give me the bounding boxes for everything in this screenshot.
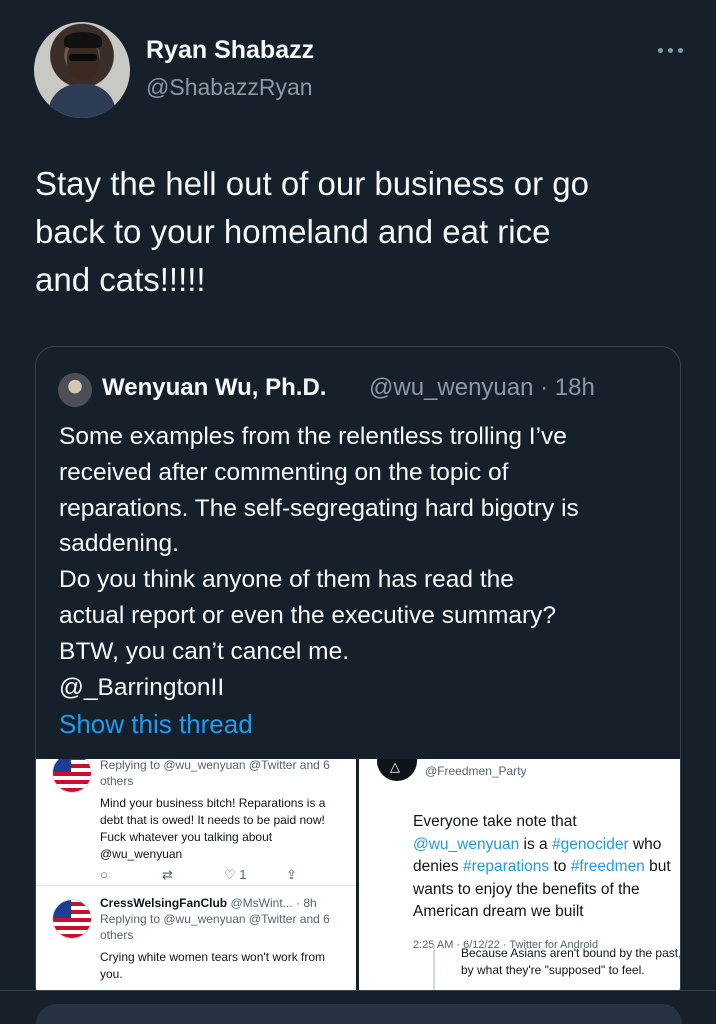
right-tweet-line: denies #reparations to #freedmen but xyxy=(413,858,671,876)
tweet-text-line: back to your homeland and eat rice xyxy=(35,213,551,250)
tweet-text-line: and cats!!!!! xyxy=(35,261,206,298)
right-handle: @Freedmen_Party xyxy=(425,764,527,778)
tweet-text: Stay the hell out of our business or go … xyxy=(35,160,695,304)
quoted-author-name: Wenyuan Wu, Ph.D. xyxy=(102,374,327,401)
flag-avatar-icon xyxy=(52,899,92,939)
collage-separator xyxy=(36,885,356,886)
reply-input-bar[interactable] xyxy=(36,1004,682,1024)
share-icon: ⇪ xyxy=(286,867,297,882)
right-tweet-line: wants to enjoy the benefits of the xyxy=(413,880,640,898)
quoted-tweet-text: Some examples from the relentless trolli… xyxy=(59,419,669,705)
quoted-text-line: received after commenting on the topic o… xyxy=(59,458,509,486)
reply-line: debt that is owed! It needs to be paid n… xyxy=(100,813,325,827)
collage-right-panel: @Freedmen_Party Everyone take note that … xyxy=(359,759,681,1005)
replying-to-text-2: others xyxy=(100,774,134,788)
replying-to-text: Replying to @wu_wenyuan @Twitter and 6 xyxy=(100,759,330,772)
comment-icon: ○ xyxy=(100,867,108,882)
quoted-text-line: reparations. The self-segregating hard b… xyxy=(59,494,579,522)
right-bottom-line: Because Asians aren't bound by the past, xyxy=(461,946,681,960)
party-logo-icon xyxy=(377,759,417,781)
reply-line: you. xyxy=(100,967,123,981)
quoted-author-handle-time: @wu_wenyuan · 18h xyxy=(369,374,595,401)
replying-to-text-2: others xyxy=(100,928,134,942)
collage-left-panel: Replying to @wu_wenyuan @Twitter and 6 o… xyxy=(36,759,356,1005)
avatar-shoulders xyxy=(48,84,116,118)
retweet-icon: ⇄ xyxy=(162,867,173,882)
quoted-text-line: actual report or even the executive summ… xyxy=(59,601,557,629)
author-name[interactable]: Ryan Shabazz xyxy=(146,36,314,65)
quoted-text-line: @_BarringtonII xyxy=(59,673,225,701)
quoted-text-line: saddening. xyxy=(59,530,179,558)
author-avatar[interactable] xyxy=(34,22,130,118)
show-thread-link[interactable]: Show this thread xyxy=(59,709,253,740)
reply-author-meta: @MsWint... · 8h xyxy=(230,896,317,910)
avatar-glasses xyxy=(69,54,97,61)
flag-avatar-icon xyxy=(52,759,92,793)
reply-author-name: CressWelsingFanClub xyxy=(100,896,228,910)
replying-to-text: Replying to @wu_wenyuan @Twitter and 6 xyxy=(100,912,330,926)
right-tweet-line: American dream we built xyxy=(413,903,584,921)
reply-mention: @wu_wenyuan xyxy=(100,847,183,861)
right-tweet-text: Everyone take note that @wu_wenyuan is a… xyxy=(413,811,671,924)
quoted-tweet[interactable]: Wenyuan Wu, Ph.D. @wu_wenyuan · 18h Some… xyxy=(35,346,681,1006)
like-icon: ♡ 1 xyxy=(224,867,247,882)
tweet-text-line: Stay the hell out of our business or go xyxy=(35,165,590,202)
quoted-text-line: BTW, you can’t cancel me. xyxy=(59,637,350,665)
quoted-text-line: Some examples from the relentless trolli… xyxy=(59,423,567,450)
reply-author-line: CressWelsingFanClub @MsWint... · 8h xyxy=(100,895,317,911)
right-tweet-line: @wu_wenyuan is a #genocider who xyxy=(413,835,662,853)
reply-line: Mind your business bitch! Reparations is… xyxy=(100,796,326,810)
more-options-icon[interactable] xyxy=(650,36,690,64)
quoted-image-collage[interactable]: Replying to @wu_wenyuan @Twitter and 6 o… xyxy=(36,759,681,1005)
right-tweet-line: Everyone take note that xyxy=(413,813,577,830)
quoted-author-avatar xyxy=(58,373,92,407)
right-bottom-line: by what they're "supposed" to feel. xyxy=(461,963,645,977)
quoted-text-line: Do you think anyone of them has read the xyxy=(59,566,514,594)
reply-line: Crying white women tears won't work from xyxy=(100,950,326,964)
author-handle[interactable]: @ShabazzRyan xyxy=(146,74,313,101)
reply-line: Fuck whatever you talking about xyxy=(100,830,273,844)
avatar-hat xyxy=(64,32,102,48)
like-count: 1 xyxy=(239,867,247,882)
reply-actions: ○ ⇄ ♡ 1 ⇪ xyxy=(100,867,348,883)
